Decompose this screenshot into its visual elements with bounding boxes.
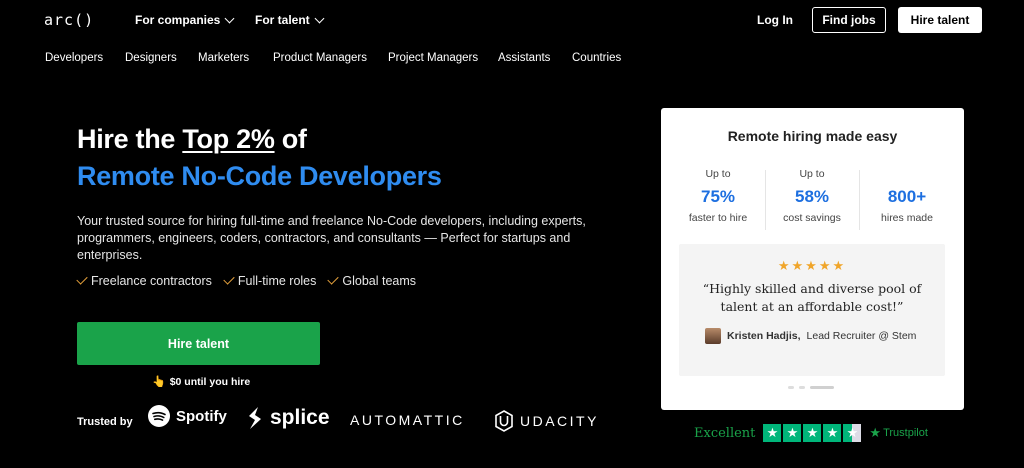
subnav-assistants[interactable]: Assistants bbox=[498, 52, 550, 64]
hero-title-highlight: Top 2% bbox=[182, 124, 275, 154]
stat-value: 75% bbox=[700, 187, 736, 206]
automattic-logo: AUTOMATTIC bbox=[350, 412, 465, 428]
hero-title-suffix: of bbox=[274, 124, 307, 154]
trustpilot-star-icon: ★ bbox=[869, 425, 882, 440]
trustpilot-rating-text: Excellent bbox=[694, 425, 756, 441]
stat-prefix: Up to bbox=[799, 168, 825, 180]
pointing-hand-icon: 👆 bbox=[152, 376, 166, 388]
arc-logo[interactable]: arc() bbox=[44, 11, 94, 29]
stat-hires-made: 800+ hires made bbox=[862, 168, 952, 224]
subnav-project-managers[interactable]: Project Managers bbox=[388, 52, 478, 64]
divider bbox=[765, 170, 766, 230]
stat-value: 58% bbox=[794, 187, 830, 206]
subnav-countries[interactable]: Countries bbox=[572, 52, 621, 64]
check-item: Global teams bbox=[327, 273, 417, 288]
trusted-by-label: Trusted by bbox=[77, 416, 133, 428]
cta-note-text: $0 until you hire bbox=[169, 375, 251, 388]
trustpilot-stars: ★ ★ ★ ★ ★ bbox=[763, 424, 862, 442]
carousel-dots bbox=[788, 386, 834, 389]
splice-icon bbox=[249, 407, 261, 429]
star-icon: ★ bbox=[763, 424, 782, 442]
star-icon: ★ bbox=[823, 424, 842, 442]
check-label: Global teams bbox=[342, 274, 417, 288]
nav-for-companies[interactable]: For companies bbox=[135, 13, 235, 27]
subnav-designers[interactable]: Designers bbox=[125, 52, 177, 64]
check-icon bbox=[76, 273, 88, 285]
trustpilot-widget[interactable]: Excellent ★ ★ ★ ★ ★ ★ Trustpilot bbox=[694, 424, 928, 442]
spotify-text: Spotify bbox=[176, 407, 227, 425]
hero-checks: Freelance contractors Full-time roles Gl… bbox=[76, 273, 417, 288]
check-icon bbox=[327, 273, 340, 285]
check-label: Freelance contractors bbox=[91, 274, 212, 288]
chevron-down-icon bbox=[224, 13, 235, 23]
testimonial-quote: “Highly skilled and diverse pool of tale… bbox=[702, 281, 922, 314]
stats-card: Remote hiring made easy Up to 75% faster… bbox=[661, 108, 964, 410]
spotify-logo: Spotify bbox=[148, 405, 227, 427]
author-name: Kristen Hadjis, bbox=[727, 330, 801, 342]
nav-for-talent[interactable]: For talent bbox=[255, 13, 325, 27]
login-link[interactable]: Log In bbox=[757, 13, 793, 27]
stat-cost-savings: Up to 58% cost savings bbox=[767, 168, 857, 224]
hero-title: Hire the Top 2% of bbox=[77, 124, 307, 155]
subnav-developers[interactable]: Developers bbox=[45, 52, 103, 64]
stat-label: cost savings bbox=[783, 212, 841, 224]
stat-prefix bbox=[862, 168, 952, 182]
hero-title-prefix: Hire the bbox=[77, 124, 183, 154]
check-item: Full-time roles bbox=[223, 273, 317, 288]
splice-text: splice bbox=[270, 406, 330, 429]
nav-for-talent-label: For talent bbox=[255, 13, 310, 27]
star-icon: ★ bbox=[803, 424, 822, 442]
author-role: Lead Recruiter @ Stem bbox=[806, 330, 917, 342]
carousel-dot-active[interactable] bbox=[810, 386, 834, 389]
subnav-product-managers[interactable]: Product Managers bbox=[273, 52, 367, 64]
divider bbox=[859, 170, 860, 230]
star-icon: ★ bbox=[783, 424, 802, 442]
chevron-down-icon bbox=[314, 13, 325, 23]
carousel-dot[interactable] bbox=[799, 386, 805, 389]
stat-prefix: Up to bbox=[705, 168, 731, 180]
check-label: Full-time roles bbox=[237, 274, 317, 288]
testimonial-author: Kristen Hadjis, Lead Recruiter @ Stem bbox=[705, 328, 916, 344]
trustpilot-logo-text: Trustpilot bbox=[883, 427, 928, 439]
stat-label: hires made bbox=[881, 212, 933, 224]
stat-value: 800+ bbox=[887, 187, 927, 206]
trustpilot-logo: ★ Trustpilot bbox=[869, 425, 927, 441]
hire-talent-header-button[interactable]: Hire talent bbox=[898, 7, 982, 33]
card-title: Remote hiring made easy bbox=[727, 128, 898, 144]
nav-for-companies-label: For companies bbox=[135, 13, 221, 27]
rating-stars: ★★★★★ bbox=[777, 258, 847, 273]
cta-note: 👆 $0 until you hire bbox=[152, 375, 251, 389]
udacity-text: UDACITY bbox=[520, 413, 599, 429]
testimonial: ★★★★★ “Highly skilled and diverse pool o… bbox=[679, 244, 945, 376]
udacity-logo: UDACITY bbox=[494, 410, 599, 432]
hero-subtitle: Remote No-Code Developers bbox=[77, 161, 442, 191]
carousel-dot[interactable] bbox=[788, 386, 794, 389]
stat-faster-hire: Up to 75% faster to hire bbox=[673, 168, 763, 224]
find-jobs-button[interactable]: Find jobs bbox=[812, 7, 886, 33]
hero-description: Your trusted source for hiring full-time… bbox=[77, 214, 586, 262]
half-star-icon: ★ bbox=[843, 424, 862, 442]
udacity-icon bbox=[495, 410, 513, 432]
check-icon bbox=[223, 273, 235, 285]
splice-logo: splice bbox=[246, 405, 330, 431]
avatar bbox=[705, 328, 721, 344]
subnav-marketers[interactable]: Marketers bbox=[198, 52, 249, 64]
check-item: Freelance contractors bbox=[76, 273, 212, 288]
hire-talent-cta-button[interactable]: Hire talent bbox=[77, 322, 320, 365]
spotify-icon bbox=[148, 405, 170, 427]
stat-label: faster to hire bbox=[688, 212, 748, 224]
